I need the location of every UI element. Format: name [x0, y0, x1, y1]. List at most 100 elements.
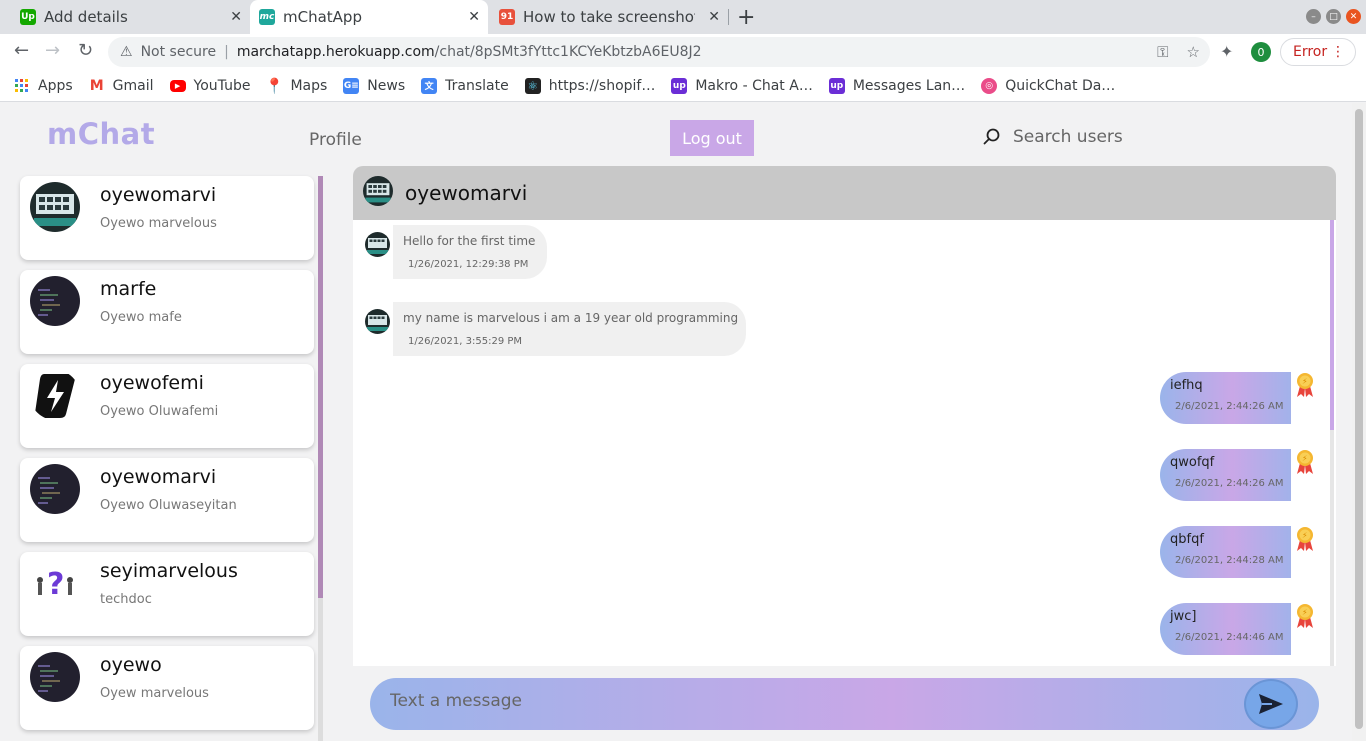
upwork-icon: up — [828, 77, 845, 94]
award-ribbon-icon: ⚡ — [1297, 527, 1313, 551]
page-scrollbar[interactable] — [1352, 103, 1366, 741]
new-tab-icon[interactable]: + — [737, 5, 755, 30]
bookmark-label: Messages Lan… — [852, 77, 966, 94]
error-button[interactable]: Error ⋮ — [1280, 38, 1356, 66]
bookmark-makro[interactable]: up Makro - Chat A… — [671, 77, 813, 94]
award-ribbon-icon: ⚡ — [1297, 604, 1313, 628]
bookmark-youtube[interactable]: ▶ YouTube — [169, 78, 250, 94]
profile-avatar[interactable]: 0 — [1251, 42, 1271, 62]
mchat-page: mChat Profile Log out oyewomarvi Oyewo m… — [0, 103, 1352, 741]
message-avatar — [365, 232, 390, 257]
nav-profile-link[interactable]: Profile — [309, 130, 362, 150]
bookmark-label: https://shopif… — [548, 77, 656, 94]
message-time: 2/6/2021, 2:44:46 AM — [1175, 632, 1284, 643]
contact-fullname: techdoc — [100, 592, 152, 607]
bookmark-messages[interactable]: up Messages Lan… — [828, 77, 966, 94]
question-avatar-icon: ? — [30, 558, 80, 608]
contact-fullname: Oyewo Oluwafemi — [100, 404, 219, 419]
mchat-favicon-icon: mc — [259, 9, 275, 25]
close-window-icon[interactable]: ✕ — [1346, 9, 1361, 24]
close-tab-icon[interactable]: ✕ — [468, 9, 480, 25]
contact-avatar — [30, 370, 80, 420]
scroll-thumb[interactable] — [1355, 109, 1363, 729]
chat-header: oyewomarvi — [353, 166, 1336, 220]
message-time: 2/6/2021, 2:44:28 AM — [1175, 555, 1284, 566]
lightning-avatar-icon — [30, 370, 80, 420]
news-icon: G≡ — [343, 77, 360, 94]
upwork-favicon-icon: Up — [20, 9, 36, 25]
award-ribbon-icon: ⚡ — [1297, 450, 1313, 474]
chat-scrollbar[interactable] — [1330, 220, 1334, 666]
send-button[interactable] — [1244, 679, 1298, 729]
message-time: 1/26/2021, 3:55:29 PM — [408, 336, 523, 347]
message-input[interactable] — [390, 691, 1210, 711]
bookmark-label: Gmail — [112, 77, 154, 94]
back-arrow-icon[interactable]: ← — [14, 40, 29, 61]
contact-card[interactable]: oyewomarvi Oyewo marvelous — [20, 176, 314, 260]
contact-fullname: Oyewo Oluwaseyitan — [100, 498, 237, 513]
browser-toolbar: ← → ↻ ⚠ Not secure | marchatapp.herokuap… — [0, 34, 1366, 70]
translate-icon: 文 — [421, 77, 438, 94]
tab-title: Add details — [44, 8, 128, 26]
user-search — [983, 127, 1213, 147]
omnibox-actions: ⚿ ☆ — [1157, 43, 1200, 61]
scroll-thumb[interactable] — [1330, 220, 1334, 430]
bookmark-translate[interactable]: 文 Translate — [421, 77, 509, 94]
svg-text:⚡: ⚡ — [1302, 531, 1308, 540]
contact-username: oyewo — [100, 654, 162, 676]
key-icon[interactable]: ⚿ — [1157, 43, 1168, 61]
close-tab-icon[interactable]: ✕ — [708, 9, 720, 25]
close-tab-icon[interactable]: ✕ — [230, 9, 242, 25]
message-text: my name is marvelous i am a 19 year old … — [403, 311, 739, 325]
bookmark-label: Maps — [290, 77, 328, 94]
tab-separator — [728, 9, 729, 25]
url-path: /chat/8pSMt3fYttc1KCYeKbtzbA6EU8J2 — [434, 44, 702, 60]
browser-tab-screenshots[interactable]: 91 How to take screenshots ✕ — [490, 0, 728, 34]
browser-tab-add-details[interactable]: Up Add details ✕ — [10, 0, 250, 34]
bookmark-label: Makro - Chat A… — [695, 77, 813, 94]
code-avatar-icon — [30, 276, 80, 326]
contact-fullname: Oyewo marvelous — [100, 216, 217, 231]
extensions-puzzle-icon[interactable]: ✦ — [1220, 42, 1233, 61]
message-text: qwofqf — [1170, 455, 1215, 470]
svg-text:⚡: ⚡ — [1302, 454, 1308, 463]
search-users-input[interactable] — [1013, 127, 1213, 147]
contact-card[interactable]: marfe Oyewo mafe — [20, 270, 314, 354]
minimize-window-icon[interactable]: – — [1306, 9, 1321, 24]
message-text: Hello for the first time — [403, 234, 536, 248]
bookmark-news[interactable]: G≡ News — [343, 77, 406, 94]
address-bar[interactable]: ⚠ Not secure | marchatapp.herokuapp.com /… — [108, 37, 1210, 67]
bookmark-label: Apps — [38, 77, 73, 94]
youtube-icon: ▶ — [169, 79, 186, 92]
contact-avatar: ? — [30, 558, 80, 608]
bookmark-gmail[interactable]: M Gmail — [89, 78, 154, 94]
contact-card[interactable]: oyewo Oyew marvelous — [20, 646, 314, 730]
bookmark-maps[interactable]: 📍 Maps — [265, 77, 328, 95]
browser-tab-mchatapp[interactable]: mc mChatApp ✕ — [250, 0, 488, 34]
reload-icon[interactable]: ↻ — [78, 40, 93, 61]
dribbble-icon: ◎ — [981, 77, 998, 94]
warning-triangle-icon[interactable]: ⚠ — [120, 44, 133, 60]
contact-username: oyewofemi — [100, 372, 204, 394]
contact-card[interactable]: oyewomarvi Oyewo Oluwaseyitan — [20, 458, 314, 542]
maximize-window-icon[interactable]: □ — [1326, 9, 1341, 24]
bookmark-shopify[interactable]: ⚛ https://shopif… — [524, 77, 656, 94]
logout-button[interactable]: Log out — [670, 120, 754, 156]
bookmark-star-icon[interactable]: ☆ — [1187, 43, 1200, 61]
omnibox-divider: | — [224, 44, 229, 60]
contacts-scrollbar[interactable] — [318, 176, 323, 741]
bookmark-label: Translate — [445, 77, 509, 94]
forward-arrow-icon[interactable]: → — [45, 40, 60, 61]
contact-card[interactable]: ? seyimarvelous techdoc — [20, 552, 314, 636]
scroll-thumb[interactable] — [318, 176, 323, 598]
security-label[interactable]: Not secure — [141, 44, 217, 60]
contact-card[interactable]: oyewofemi Oyewo Oluwafemi — [20, 364, 314, 448]
message-time: 2/6/2021, 2:44:26 AM — [1175, 401, 1284, 412]
message-text: iefhq — [1170, 378, 1203, 393]
bookmark-label: News — [367, 77, 406, 94]
browser-tab-strip: Up Add details ✕ mc mChatApp ✕ 91 How to… — [0, 0, 1366, 34]
bookmark-quickchat[interactable]: ◎ QuickChat Da… — [981, 77, 1115, 94]
bookmark-apps[interactable]: Apps — [14, 78, 73, 94]
message-text: jwc] — [1170, 609, 1197, 624]
app-logo[interactable]: mChat — [47, 117, 155, 151]
